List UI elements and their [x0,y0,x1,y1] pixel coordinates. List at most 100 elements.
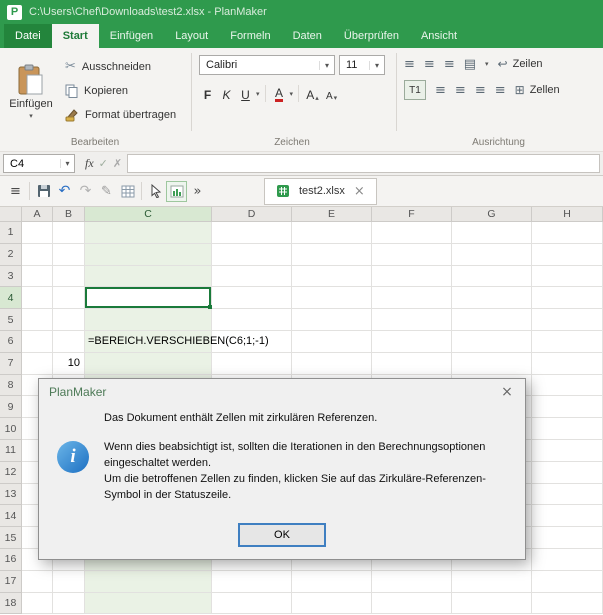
halign-left-icon[interactable]: ≡ [435,84,446,97]
cell-H4[interactable] [532,287,603,310]
cell-A18[interactable] [22,592,53,615]
row-header-1[interactable]: 1 [0,222,22,244]
cell-D1[interactable] [212,222,292,244]
cell-H13[interactable] [532,483,603,506]
font-name-select[interactable]: Calibri ▾ [199,55,335,75]
underline-button[interactable]: U [237,84,254,103]
cell-H11[interactable] [532,439,603,462]
cell-F17[interactable] [372,570,452,593]
cell-H16[interactable] [532,548,603,571]
cell-D4[interactable] [212,287,292,310]
cell-C18[interactable] [85,592,212,615]
redo-icon[interactable]: ↷ [75,181,96,202]
halign-center-icon[interactable]: ≡ [455,84,466,97]
col-header-H[interactable]: H [532,207,603,222]
wrap-text-button[interactable]: ↩ Zeilen [498,57,543,71]
cell-C2[interactable] [85,243,212,266]
row-header-8[interactable]: 8 [0,374,22,397]
cell-E3[interactable] [292,265,372,288]
cell-H10[interactable] [532,418,603,440]
copy-button[interactable]: Kopieren [60,80,181,101]
cell-B17[interactable] [53,570,85,593]
cell-A2[interactable] [22,243,53,266]
cell-B7[interactable]: 10 [53,352,85,375]
grow-font-button[interactable]: A ▴ [304,84,321,103]
cell-A7[interactable] [22,352,53,375]
cell-D7[interactable] [212,352,292,375]
confirm-icon[interactable]: ✓ [99,157,108,170]
cell-H5[interactable] [532,309,603,331]
grid-corner[interactable] [0,207,22,222]
tab-layout[interactable]: Layout [164,24,219,48]
font-color-button[interactable]: A [271,84,288,103]
cell-G3[interactable] [452,265,532,288]
merge-cells-button[interactable]: ⊞ Zellen [515,83,560,97]
cell-E6[interactable] [292,330,372,353]
cell-E17[interactable] [292,570,372,593]
cell-A6[interactable] [22,330,53,353]
tab-formeln[interactable]: Formeln [219,24,281,48]
cell-H6[interactable] [532,330,603,353]
cell-B18[interactable] [53,592,85,615]
row-header-7[interactable]: 7 [0,352,22,375]
bold-button[interactable]: F [199,84,216,103]
cell-E2[interactable] [292,243,372,266]
col-header-C[interactable]: C [85,207,212,222]
chart-button[interactable] [166,180,187,202]
cell-F1[interactable] [372,222,452,244]
cell-H17[interactable] [532,570,603,593]
cell-H3[interactable] [532,265,603,288]
shrink-font-button[interactable]: A ▾ [323,84,340,103]
cell-H9[interactable] [532,396,603,419]
col-header-E[interactable]: E [292,207,372,222]
col-header-A[interactable]: A [22,207,53,222]
valign-top-icon[interactable]: ≡ [404,58,415,71]
cell-G6[interactable] [452,330,532,353]
cell-G17[interactable] [452,570,532,593]
cell-D5[interactable] [212,309,292,331]
cell-F18[interactable] [372,592,452,615]
row-header-17[interactable]: 17 [0,570,22,593]
cell-H2[interactable] [532,243,603,266]
cell-E18[interactable] [292,592,372,615]
row-header-9[interactable]: 9 [0,396,22,419]
cell-H15[interactable] [532,527,603,549]
cell-E5[interactable] [292,309,372,331]
cell-H14[interactable] [532,505,603,528]
tab-datei[interactable]: Datei [4,24,52,48]
cell-H18[interactable] [532,592,603,615]
cell-B6[interactable] [53,330,85,353]
row-header-2[interactable]: 2 [0,243,22,266]
cell-B2[interactable] [53,243,85,266]
cell-C6[interactable]: =BEREICH.VERSCHIEBEN(C6;1;-1) [85,330,269,353]
italic-button[interactable]: K [218,84,235,103]
cell-C7[interactable] [85,352,212,375]
valign-bottom-icon[interactable]: ≡ [444,58,455,71]
cell-A4[interactable] [22,287,53,310]
overflow-icon[interactable]: » [187,181,208,202]
cell-H8[interactable] [532,374,603,397]
font-size-select[interactable]: 11 ▾ [339,55,385,75]
tab-start[interactable]: Start [51,24,99,48]
row-header-12[interactable]: 12 [0,461,22,484]
cell-E4[interactable] [292,287,372,310]
row-header-4[interactable]: 4 [0,287,22,310]
cell-F5[interactable] [372,309,452,331]
cell-A1[interactable] [22,222,53,244]
cursor-button[interactable] [145,181,166,202]
cell-F6[interactable] [372,330,452,353]
table-icon[interactable] [117,181,138,202]
row-header-10[interactable]: 10 [0,418,22,440]
cell-reference-box[interactable]: C4 ▾ [3,154,75,173]
cell-A17[interactable] [22,570,53,593]
ok-button[interactable]: OK [238,523,326,547]
cell-B5[interactable] [53,309,85,331]
cell-E7[interactable] [292,352,372,375]
col-header-G[interactable]: G [452,207,532,222]
borders-icon[interactable]: ▤ [464,58,476,71]
cell-B4[interactable] [53,287,85,310]
dialog-close-icon[interactable]: × [489,379,525,405]
tab-ansicht[interactable]: Ansicht [410,24,468,48]
cell-G1[interactable] [452,222,532,244]
save-button[interactable] [33,181,54,202]
